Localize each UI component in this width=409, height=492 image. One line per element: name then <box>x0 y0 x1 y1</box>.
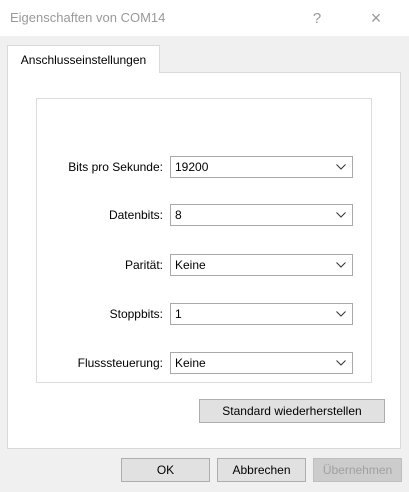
flow-control-label: Flusssteuerung: <box>77 356 163 370</box>
bits-per-second-value: 19200 <box>175 160 209 174</box>
stop-bits-select[interactable]: 1 <box>170 303 353 325</box>
parity-label: Parität: <box>124 258 163 272</box>
tab-panel: Bits pro Sekunde: 19200 Datenbits: 8 Par… <box>7 72 401 449</box>
data-bits-label: Datenbits: <box>108 208 163 222</box>
restore-defaults-button[interactable]: Standard wiederherstellen <box>199 399 385 423</box>
close-icon: × <box>370 7 382 28</box>
chevron-down-icon <box>336 360 346 366</box>
chevron-down-icon <box>336 164 346 170</box>
parity-value: Keine <box>175 258 206 272</box>
close-button[interactable]: × <box>353 0 399 36</box>
data-bits-value: 8 <box>175 208 182 222</box>
tab-port-settings[interactable]: Anschlusseinstellungen <box>7 45 160 73</box>
chevron-down-icon <box>336 262 346 268</box>
stop-bits-value: 1 <box>175 307 182 321</box>
chevron-down-icon <box>336 212 346 218</box>
window-title: Eigenschaften von COM14 <box>10 10 166 25</box>
properties-dialog: Eigenschaften von COM14 ? × Anschlussein… <box>0 0 409 492</box>
apply-button[interactable]: Übernehmen <box>313 458 402 482</box>
data-bits-select[interactable]: 8 <box>170 204 353 226</box>
flow-control-value: Keine <box>175 356 206 370</box>
title-bar: Eigenschaften von COM14 ? × <box>0 0 409 36</box>
help-icon: ? <box>312 9 322 27</box>
bits-per-second-select[interactable]: 19200 <box>170 156 353 178</box>
cancel-button[interactable]: Abbrechen <box>217 458 306 482</box>
chevron-down-icon <box>336 311 346 317</box>
tab-label: Anschlusseinstellungen <box>20 52 147 67</box>
parity-select[interactable]: Keine <box>170 254 353 276</box>
flow-control-select[interactable]: Keine <box>170 352 353 374</box>
stop-bits-label: Stoppbits: <box>109 307 163 321</box>
settings-group: Bits pro Sekunde: 19200 Datenbits: 8 Par… <box>36 98 372 383</box>
help-button[interactable]: ? <box>294 0 340 36</box>
bits-per-second-label: Bits pro Sekunde: <box>68 160 163 174</box>
ok-button[interactable]: OK <box>121 458 210 482</box>
